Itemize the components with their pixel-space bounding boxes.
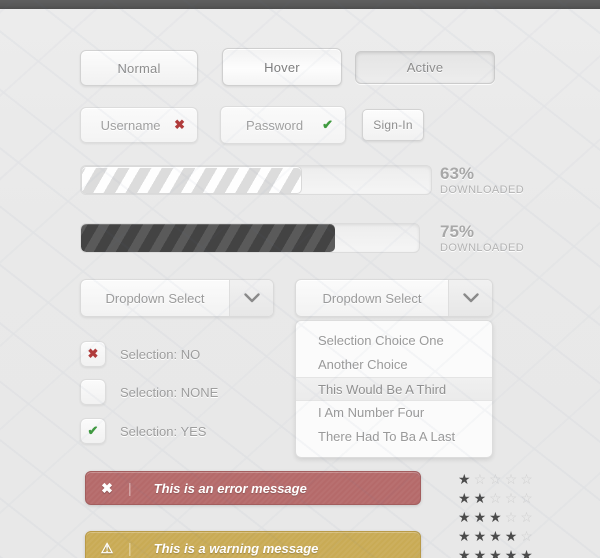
checkbox-empty-icon[interactable] <box>80 379 106 405</box>
star-filled-icon[interactable]: ★ <box>458 547 471 558</box>
star-filled-icon[interactable]: ★ <box>474 547 487 558</box>
star-rating-group[interactable]: ★ ☆ ☆ ☆ ☆ ★ ★ ☆ ☆ ☆ ★ ★ ★ ☆ ☆ ★ ★ ★ ★ ☆ ★ ★ ★ ★ ★ <box>458 470 536 558</box>
star-rating-row[interactable]: ★ ★ ★ ★ ☆ <box>458 527 536 546</box>
password-placeholder: Password <box>246 117 304 133</box>
star-filled-icon[interactable]: ★ <box>489 528 502 544</box>
progress-label-2: 75% DOWNLOADED <box>440 222 524 256</box>
dropdown-left-label: Dropdown Select <box>105 290 205 306</box>
checkbox-label-yes: Selection: YES <box>120 423 207 439</box>
progress-label-1: 63% DOWNLOADED <box>440 164 524 198</box>
checkbox-row-no[interactable]: ✖ Selection: NO <box>80 341 200 367</box>
error-cross-icon: ✖ <box>101 479 113 496</box>
dropdown-select-left[interactable]: Dropdown Select <box>80 279 274 317</box>
star-filled-icon[interactable]: ★ <box>489 509 502 525</box>
progress-track <box>80 223 420 253</box>
checkbox-check-icon[interactable]: ✔ <box>80 418 106 444</box>
star-empty-icon[interactable]: ☆ <box>520 471 533 487</box>
star-filled-icon[interactable]: ★ <box>458 471 471 487</box>
alert-separator: | <box>128 540 132 556</box>
star-empty-icon[interactable]: ☆ <box>474 471 487 487</box>
star-filled-icon[interactable]: ★ <box>474 490 487 506</box>
checkbox-row-none[interactable]: Selection: NONE <box>80 379 218 405</box>
dropdown-select-right[interactable]: Dropdown Select <box>295 279 493 317</box>
progress-fill <box>81 224 335 252</box>
progress-bar-light <box>80 165 432 195</box>
progress-caption: DOWNLOADED <box>440 242 525 254</box>
signin-button[interactable]: Sign-In <box>362 109 424 141</box>
dropdown-right-label: Dropdown Select <box>322 290 422 306</box>
warning-alert-text: This is a warning message <box>153 540 319 556</box>
hover-button-label: Hover <box>264 59 300 75</box>
error-alert-text: This is an error message <box>153 480 307 496</box>
star-empty-icon[interactable]: ☆ <box>520 490 533 506</box>
star-rating-row[interactable]: ★ ★ ★ ★ ★ <box>458 546 536 558</box>
star-empty-icon[interactable]: ☆ <box>505 509 518 525</box>
alert-separator: | <box>128 480 132 496</box>
star-filled-icon[interactable]: ★ <box>474 528 487 544</box>
star-filled-icon[interactable]: ★ <box>458 490 471 506</box>
star-rating-row[interactable]: ★ ☆ ☆ ☆ ☆ <box>458 470 536 489</box>
top-bar <box>0 0 600 9</box>
star-filled-icon[interactable]: ★ <box>458 528 471 544</box>
star-filled-icon[interactable]: ★ <box>520 547 533 558</box>
warning-alert: ⚠ | This is a warning message <box>85 531 421 558</box>
username-field[interactable]: Username ✖ <box>80 107 198 143</box>
active-button-label: Active <box>406 60 444 75</box>
normal-button[interactable]: Normal <box>80 50 198 86</box>
checkbox-cross-icon[interactable]: ✖ <box>80 341 106 367</box>
invalid-icon: ✖ <box>174 117 185 132</box>
star-empty-icon[interactable]: ☆ <box>489 490 502 506</box>
hover-button[interactable]: Hover <box>222 48 342 86</box>
star-empty-icon[interactable]: ☆ <box>489 471 502 487</box>
star-filled-icon[interactable]: ★ <box>505 528 518 544</box>
checkbox-label-no: Selection: NO <box>120 346 201 362</box>
star-empty-icon[interactable]: ☆ <box>505 471 518 487</box>
star-rating-row[interactable]: ★ ★ ★ ☆ ☆ <box>458 508 536 527</box>
star-rating-row[interactable]: ★ ★ ☆ ☆ ☆ <box>458 489 536 508</box>
star-empty-icon[interactable]: ☆ <box>520 528 533 544</box>
star-empty-icon[interactable]: ☆ <box>520 509 533 525</box>
chevron-down-icon[interactable] <box>229 280 273 316</box>
star-filled-icon[interactable]: ★ <box>505 547 518 558</box>
progress-track <box>80 165 432 195</box>
progress-bar-dark <box>80 223 420 253</box>
dropdown-option[interactable]: Selection Choice One <box>296 329 492 353</box>
checkbox-row-yes[interactable]: ✔ Selection: YES <box>80 418 206 444</box>
active-button[interactable]: Active <box>355 51 495 84</box>
dropdown-option[interactable]: This Would Be A Third <box>296 377 492 401</box>
warning-triangle-icon: ⚠ <box>100 539 114 556</box>
chevron-down-icon[interactable] <box>448 280 492 316</box>
username-placeholder: Username <box>100 117 161 133</box>
dropdown-option[interactable]: I Am Number Four <box>296 401 492 425</box>
progress-percent: 63% <box>440 164 475 183</box>
signin-button-label: Sign-In <box>373 118 413 132</box>
progress-percent: 75% <box>440 222 475 241</box>
star-empty-icon[interactable]: ☆ <box>505 490 518 506</box>
password-field[interactable]: Password ✔ <box>220 106 346 144</box>
error-alert: ✖ | This is an error message <box>85 471 421 505</box>
dropdown-option[interactable]: Another Choice <box>296 353 492 377</box>
progress-fill <box>81 166 302 194</box>
dropdown-option[interactable]: There Had To Ba A Last <box>296 425 492 449</box>
normal-button-label: Normal <box>117 60 161 76</box>
star-filled-icon[interactable]: ★ <box>489 547 502 558</box>
dropdown-option-list[interactable]: Selection Choice One Another Choice This W… <box>295 320 493 458</box>
progress-caption: DOWNLOADED <box>440 184 525 196</box>
valid-icon: ✔ <box>322 117 333 132</box>
star-filled-icon[interactable]: ★ <box>458 509 471 525</box>
checkbox-label-none: Selection: NONE <box>120 384 219 400</box>
star-filled-icon[interactable]: ★ <box>474 509 487 525</box>
